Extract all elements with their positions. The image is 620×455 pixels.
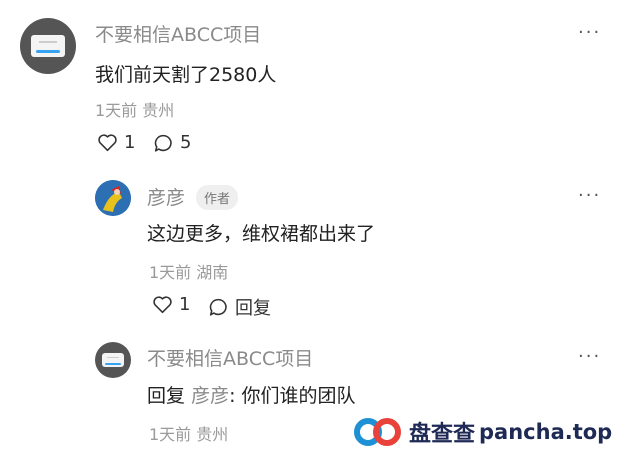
reply-text: 回复 彦彦: 你们谁的团队 (147, 381, 356, 408)
reply-author[interactable]: 不要相信ABCC项目 (147, 344, 313, 371)
comment-author[interactable]: 不要相信ABCC项目 (95, 20, 261, 47)
reply-meta: 1天前 贵州 (149, 425, 229, 444)
reply-body: : 你们谁的团队 (229, 385, 356, 407)
speech-bubble-icon (154, 134, 172, 152)
reply-button[interactable]: 5 (153, 132, 191, 153)
avatar-image (30, 34, 66, 58)
reply-text: 这边更多，维权裙都出来了 (147, 223, 376, 245)
author-badge: 作者 (196, 185, 239, 210)
avatar[interactable] (95, 180, 131, 216)
heart-outline-icon (153, 296, 172, 314)
reply-label: 回复 (235, 298, 271, 319)
watermark: 盘查查 pancha.top (335, 408, 620, 455)
more-options-button[interactable]: ··· (578, 346, 601, 367)
reply-target-user[interactable]: 彦彦 (191, 385, 229, 407)
more-options-button[interactable]: ··· (578, 185, 601, 206)
comment-meta: 1天前 贵州 (95, 101, 175, 120)
reply-author[interactable]: 彦彦 (147, 183, 185, 210)
like-button[interactable]: 1 (152, 294, 190, 315)
like-count: 1 (179, 294, 191, 315)
speech-bubble-icon (209, 298, 227, 316)
reply-meta: 1天前 湖南 (149, 263, 229, 282)
reply-prefix: 回复 (147, 385, 186, 407)
watermark-en: pancha.top (479, 419, 613, 444)
like-button[interactable]: 1 (97, 132, 135, 153)
heart-outline-icon (98, 134, 117, 152)
reply-button[interactable]: 回复 (208, 294, 271, 320)
like-count: 1 (124, 132, 136, 153)
avatar[interactable] (20, 18, 76, 74)
avatar[interactable] (95, 342, 131, 378)
avatar-image (101, 352, 125, 368)
reply-count: 5 (180, 132, 192, 153)
watermark-cn: 盘查查 (409, 421, 476, 447)
watermark-logo-icon (354, 417, 401, 446)
comment-text: 我们前天割了2580人 (95, 64, 277, 86)
more-options-button[interactable]: ··· (578, 22, 601, 43)
avatar-image (95, 180, 131, 216)
